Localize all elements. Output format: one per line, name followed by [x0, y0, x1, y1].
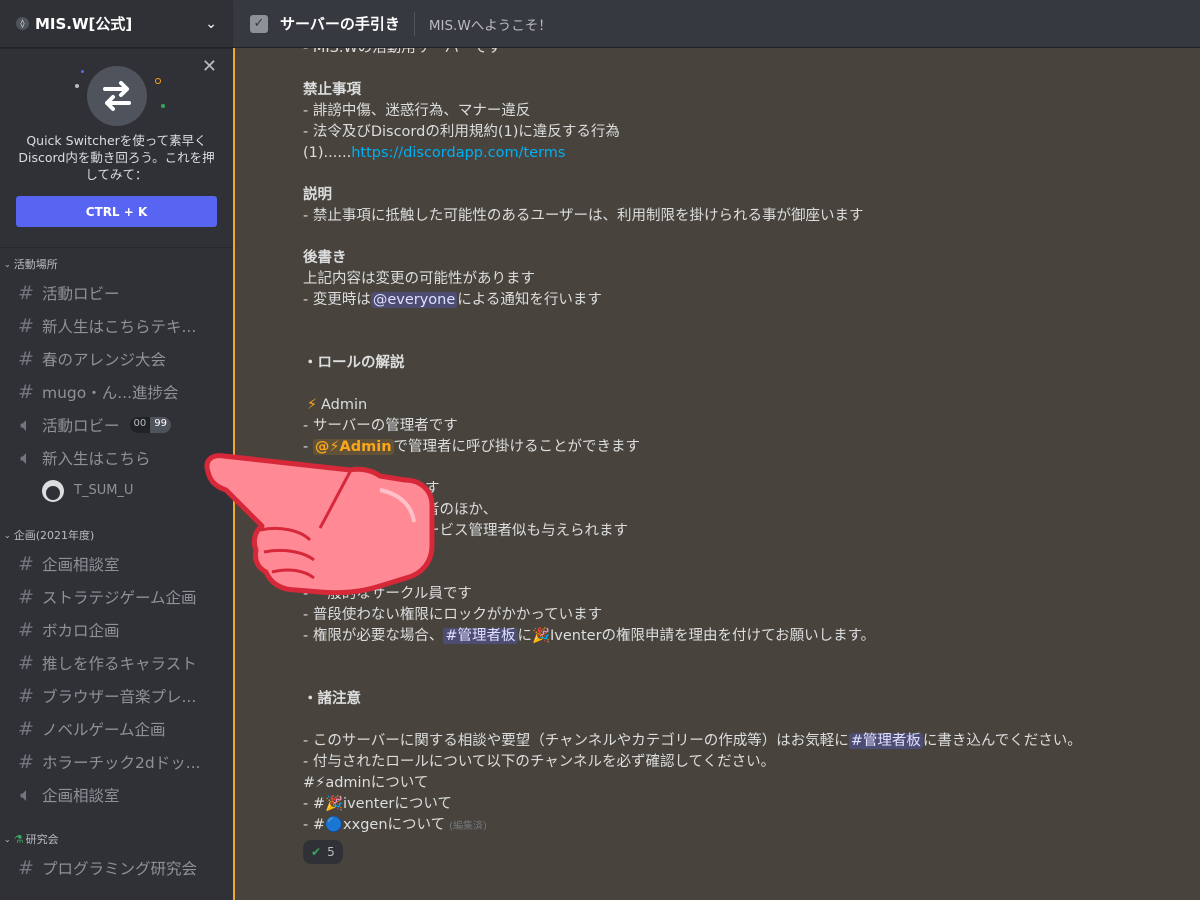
party-popper-icon: 🎉 — [532, 628, 551, 644]
terms-link[interactable]: https://discordapp.com/terms — [351, 145, 565, 161]
text-channel[interactable]: # ノベルゲーム企画 — [0, 712, 233, 745]
quick-switcher-illustration — [57, 62, 177, 132]
chevron-down-icon[interactable]: ⌄ — [205, 16, 217, 32]
chevron-down-icon: ⌄ — [4, 530, 11, 540]
message-line: - 普段使わない権限にロックがかかっています — [303, 607, 603, 623]
voice-user-name: T_SUM_U — [74, 483, 134, 498]
hashtag-icon: # — [18, 717, 34, 740]
chevron-down-icon: ⌄ — [4, 834, 11, 844]
speaker-icon: 🔈︎ — [20, 413, 32, 436]
text-channel[interactable]: # ブラウザー音楽プレ... — [0, 679, 233, 712]
test-tube-icon: ⚗︎ — [13, 832, 24, 846]
hashtag-icon: # — [18, 281, 34, 304]
message-line: - 禁止事項に抵触した可能性のあるユーザーは、利用制限を掛けられる事が御座います — [303, 208, 864, 224]
message-line: - このサーバーに関する相談や要望（チャンネルやカテゴリーの作成等）はお気軽に #… — [303, 733, 1082, 749]
divider — [413, 11, 415, 36]
rules-channel-icon: ✓ — [250, 14, 268, 33]
quick-switcher-card: ✕ Quick Switcherを使って素早くDiscord内を動き回ろう。これ… — [0, 48, 233, 248]
hashtag-icon: # — [18, 380, 34, 403]
pointing-hand-icon — [204, 453, 435, 595]
hashtag-icon: # — [18, 585, 34, 608]
channel-header: ✓ サーバーの手引き MIS.Wへようこそ！ — [233, 0, 1200, 48]
voice-user[interactable]: T_SUM_U — [0, 474, 233, 507]
text-channel[interactable]: # ストラテジゲーム企画 — [0, 580, 233, 613]
hashtag-icon: # — [18, 314, 34, 337]
message-line: - #🎉iventerについて — [303, 796, 452, 812]
channel-mention[interactable]: #管理者板 — [848, 733, 923, 749]
hashtag-icon: # — [18, 347, 34, 370]
edited-label: (編集済) — [449, 821, 487, 832]
hashtag-icon: # — [18, 856, 34, 879]
verified-icon: ◊ — [16, 17, 29, 30]
text-channel[interactable]: # 推しを作るキャラスト — [0, 646, 233, 679]
text-channel[interactable]: # ホラーチック2dドッ... — [0, 745, 233, 778]
role-title: ⚡ Admin — [303, 395, 1183, 416]
message-line: - 権限が必要な場合、 #管理者板 に🎉Iventerの権限申請を理由を付けてお願い… — [303, 626, 1183, 647]
lightning-icon: ⚡ — [306, 397, 318, 413]
reaction-button[interactable]: ✔ 5 — [303, 840, 343, 864]
text-channel[interactable]: # 企画相談室 — [0, 547, 233, 580]
hashtag-icon: # — [18, 684, 34, 707]
message-line: (1)......https://discordapp.com/terms — [303, 145, 566, 161]
hashtag-icon: # — [18, 618, 34, 641]
swap-arrows-icon — [86, 66, 147, 126]
speaker-icon: 🔈︎ — [20, 783, 32, 806]
text-channel[interactable]: # 春のアレンジ大会 — [0, 342, 233, 375]
section-heading: ・諸注意 — [303, 691, 361, 707]
check-icon: ✔ — [311, 844, 322, 859]
category-kikaku[interactable]: ⌄ 企画(2021年度) — [0, 523, 233, 547]
quick-switcher-text: Quick Switcherを使って素早くDiscord内を動き回ろう。これを押… — [18, 133, 215, 182]
section-heading: ・ロールの解説 — [303, 355, 405, 371]
text-channel[interactable]: # 活動ロビー — [0, 276, 233, 309]
message-line: - 変更時は @everyone による通知を行います — [303, 292, 602, 308]
section-heading: 説明 — [303, 187, 332, 203]
channel-sidebar: ◊ MIS.W[公式] ⌄ ✕ Quick Switcherを使って素早くDis… — [0, 0, 233, 900]
category-label: 活動場所 — [13, 258, 58, 271]
close-icon[interactable]: ✕ — [202, 56, 217, 77]
everyone-mention[interactable]: @everyone — [370, 292, 458, 308]
speaker-icon: 🔈︎ — [20, 446, 32, 469]
category-label: 企画(2021年度) — [13, 529, 95, 542]
message-line: #⚡adminについて — [303, 775, 429, 791]
category-label: 研究会 — [25, 833, 59, 846]
message-line: - サーバーの管理者です — [303, 418, 458, 434]
text-channel[interactable]: # プログラミング研究会 — [0, 851, 233, 884]
quick-switcher-button[interactable]: CTRL + K — [16, 196, 217, 227]
message-line: - #🔵xxgenについて (編集済) — [303, 817, 487, 833]
text-channel[interactable]: # mugo・ん...進捗会 — [0, 375, 233, 408]
text-channel[interactable]: # 新人生はこちらテキ... — [0, 309, 233, 342]
hashtag-icon: # — [18, 750, 34, 773]
avatar — [42, 479, 64, 502]
voice-user-limit-badge: 00 99 — [129, 416, 171, 433]
message-line: - 付与されたロールについて以下のチャンネルを必ず確認してください。 — [303, 754, 776, 770]
text-channel[interactable]: # ボカロ企画 — [0, 613, 233, 646]
channel-mention[interactable]: #管理者板 — [443, 628, 518, 644]
category-kenkyukai[interactable]: ⌄ ⚗︎ 研究会 — [0, 827, 233, 851]
section-heading: 後書き — [303, 250, 347, 266]
hashtag-icon: # — [18, 651, 34, 674]
channel-title: サーバーの手引き — [280, 15, 400, 33]
section-heading: 禁止事項 — [303, 82, 361, 98]
message-line: - 法令及びDiscordの利用規約(1)に違反する行為 — [303, 124, 620, 140]
voice-channel[interactable]: 🔈︎ 企画相談室 — [0, 778, 233, 811]
server-header[interactable]: ◊ MIS.W[公式] ⌄ — [0, 0, 233, 48]
voice-channel[interactable]: 🔈︎ 活動ロビー 00 99 — [0, 408, 233, 441]
message-line: - MIS.Wの活動用サーバーです — [303, 48, 502, 56]
message-line: - 誹謗中傷、迷惑行為、マナー違反 — [303, 103, 531, 119]
category-katsudo[interactable]: ⌄ 活動場所 — [0, 252, 233, 276]
voice-channel[interactable]: 🔈︎ 新入生はこちら — [0, 441, 233, 474]
hashtag-icon: # — [18, 552, 34, 575]
channel-topic[interactable]: MIS.Wへようこそ！ — [429, 14, 552, 34]
chevron-down-icon: ⌄ — [4, 259, 11, 269]
message-line: 上記内容は変更の可能性があります — [303, 271, 535, 287]
server-name: MIS.W[公式] — [35, 15, 133, 33]
